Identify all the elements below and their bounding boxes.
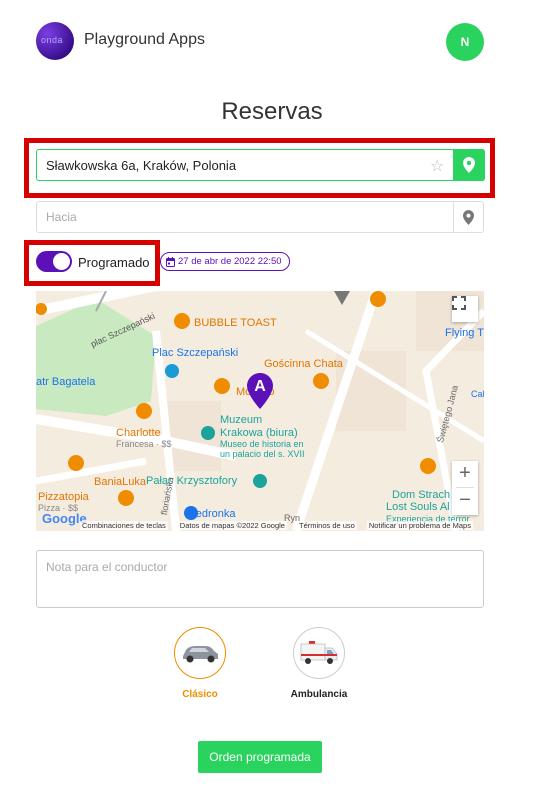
map-zoom-controls: + − [452, 461, 478, 515]
vehicle-icon-circle[interactable] [293, 627, 345, 679]
vehicle-label: Ambulancia [290, 689, 348, 700]
from-location-button[interactable] [453, 149, 485, 181]
terms-link[interactable]: Términos de uso [296, 521, 357, 530]
map-place-sub: Museo de historia en [220, 439, 304, 449]
star-icon[interactable]: ☆ [430, 156, 444, 176]
keyboard-shortcuts-link[interactable]: Combinaciones de teclas [80, 521, 168, 530]
vehicle-option-ambulancia[interactable]: Ambulancia [269, 627, 369, 700]
map-place-label: BaniaLuka [94, 476, 146, 488]
avatar-initial: N [460, 35, 470, 49]
car-icon [183, 646, 218, 663]
app-header: onda Playground Apps N [36, 22, 484, 61]
map-data-text: Datos de mapas ©2022 Google [177, 521, 287, 530]
zoom-in-button[interactable]: + [452, 461, 478, 487]
location-pin-icon [462, 209, 474, 225]
map-view[interactable]: plac Szczepański BUBBLE TOAST Plac Szcze… [36, 291, 484, 531]
schedule-toggle[interactable] [36, 251, 72, 272]
schedule-date-pill[interactable]: 27 de abr de 2022 22:50 [160, 252, 290, 271]
report-problem-link[interactable]: Notificar un problema de Maps [366, 521, 473, 530]
map-marker-label: A [254, 378, 266, 395]
schedule-order-button[interactable]: Orden programada [198, 741, 322, 773]
fullscreen-icon [452, 296, 466, 310]
map-place-label: Charlotte [116, 427, 161, 439]
map-place-label: Krakowa (biura) [220, 427, 298, 439]
map-fullscreen-button[interactable] [452, 296, 478, 322]
app-name: Playground Apps [84, 31, 205, 48]
from-field[interactable]: Sławkowska 6a, Kraków, Polonia ☆ [36, 149, 485, 181]
page-title: Reservas [221, 98, 323, 125]
user-avatar[interactable]: N [446, 23, 484, 61]
map-place-label: Flying T [445, 327, 484, 339]
map-place-label: Gościnna Chata [264, 358, 343, 370]
map-place-label: atr Bagatela [36, 376, 96, 388]
toggle-knob [53, 253, 70, 270]
calendar-icon [166, 256, 175, 267]
to-input[interactable] [37, 202, 453, 232]
map-place-label: Cal [471, 389, 484, 399]
logo-text: onda [41, 35, 64, 45]
zoom-out-button[interactable]: − [452, 488, 478, 514]
map-place-label: Dom Strach [392, 489, 451, 501]
driver-note-field[interactable] [36, 550, 484, 608]
driver-note-input[interactable] [37, 551, 483, 607]
location-pin-icon [463, 157, 475, 173]
map-place-label: Pałac Krzysztofory [146, 475, 238, 487]
ambulance-icon [300, 641, 338, 664]
vehicle-label: Clásico [182, 689, 218, 700]
map-place-label: BUBBLE TOAST [194, 317, 277, 329]
map-place-label: Pizzatopia [38, 491, 89, 503]
map-place-label: Biedronka [186, 508, 236, 520]
map-place-label: Plac Szczepański [152, 347, 239, 359]
vehicle-icon-circle[interactable] [174, 627, 226, 679]
schedule-date-text: 27 de abr de 2022 22:50 [178, 256, 282, 267]
to-location-button[interactable] [453, 201, 484, 233]
vehicle-option-clasico[interactable]: Clásico [150, 627, 250, 700]
map-place-sub: Francesa · $$ [116, 439, 172, 449]
to-field[interactable] [36, 201, 454, 233]
map-place-label: Lost Souls Al [386, 501, 450, 513]
from-field-value[interactable]: Sławkowska 6a, Kraków, Polonia [46, 158, 236, 173]
map-place-label: Muzeum [220, 414, 263, 426]
app-logo: onda [36, 22, 74, 60]
schedule-toggle-label[interactable]: Programado [78, 255, 150, 270]
map-footer: Combinaciones de teclas Datos de mapas ©… [36, 520, 484, 531]
map-place-sub: un palacio del s. XVII [220, 449, 305, 459]
